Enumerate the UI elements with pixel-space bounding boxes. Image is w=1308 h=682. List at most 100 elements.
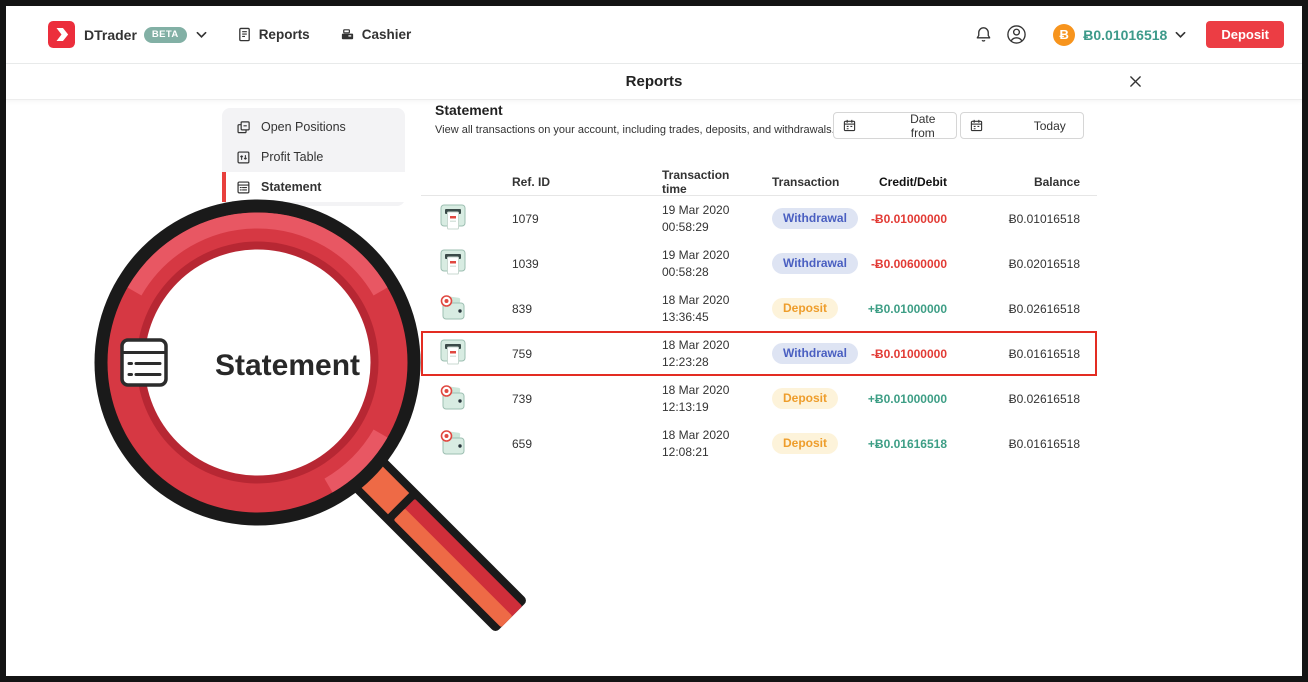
- transaction-date: 18 Mar 2020: [662, 337, 752, 353]
- sidebar-item-statement[interactable]: Statement: [222, 172, 405, 202]
- sidebar-item-profit-table[interactable]: Profit Table: [222, 142, 405, 172]
- transaction-time-cell: 18 Mar 2020 12:08:21: [640, 427, 752, 459]
- transaction-cell: Withdrawal: [752, 208, 852, 229]
- sidebar-item-open-positions[interactable]: Open Positions: [222, 112, 405, 142]
- header-credit-debit: Credit/Debit: [852, 175, 947, 189]
- transaction-badge: Withdrawal: [772, 208, 858, 229]
- date-to-value: Today: [1027, 119, 1084, 133]
- credit-debit-cell: -Ƀ0.01000000: [852, 347, 947, 361]
- transaction-time-cell: 18 Mar 2020 12:23:28: [640, 337, 752, 369]
- sidebar-item-label: Statement: [261, 180, 321, 194]
- table-row: 1039 19 Mar 2020 00:58:28 Withdrawal -Ƀ0…: [421, 241, 1097, 286]
- cashier-icon: [340, 27, 355, 42]
- nav-item-label: Reports: [259, 27, 310, 42]
- navbar: DTrader BETA Reports Cashier Ƀ Ƀ0.010165…: [6, 6, 1302, 64]
- balance-cell: Ƀ0.02616518: [947, 392, 1080, 406]
- ref-id-cell: 1079: [495, 212, 640, 226]
- ref-id-cell: 1039: [495, 257, 640, 271]
- transaction-clock: 12:08:21: [662, 444, 752, 460]
- transaction-date: 18 Mar 2020: [662, 427, 752, 443]
- deposit-icon: [435, 291, 471, 327]
- magnifier-glass: [95, 200, 421, 526]
- transaction-badge: Deposit: [772, 298, 838, 319]
- transaction-cell: Withdrawal: [752, 253, 852, 274]
- navbar-left: DTrader BETA Reports Cashier: [6, 21, 411, 48]
- transaction-date: 19 Mar 2020: [662, 247, 752, 263]
- transaction-badge: Deposit: [772, 433, 838, 454]
- table-row: 1079 19 Mar 2020 00:58:29 Withdrawal -Ƀ0…: [421, 196, 1097, 241]
- transaction-type-icon-cell: [435, 246, 495, 282]
- beta-badge: BETA: [144, 27, 187, 43]
- platform-switcher-chevron-icon[interactable]: [196, 31, 207, 39]
- transaction-type-icon-cell: [435, 426, 495, 462]
- nav-item-reports[interactable]: Reports: [237, 27, 310, 42]
- dtrader-logo-icon[interactable]: [48, 21, 75, 48]
- transaction-badge: Withdrawal: [772, 253, 858, 274]
- balance-cell: Ƀ0.02616518: [947, 302, 1080, 316]
- transaction-type-icon-cell: [435, 381, 495, 417]
- credit-debit-cell: +Ƀ0.01000000: [852, 392, 947, 406]
- profit-table-icon: [236, 150, 251, 165]
- reports-doc-icon: [237, 27, 252, 42]
- statement-table-body: 1079 19 Mar 2020 00:58:29 Withdrawal -Ƀ0…: [421, 196, 1097, 466]
- transaction-time-cell: 19 Mar 2020 00:58:29: [640, 202, 752, 234]
- close-icon[interactable]: [1129, 75, 1142, 88]
- magnifier-handle: [346, 451, 528, 633]
- notifications-bell-icon[interactable]: [974, 25, 993, 44]
- deposit-icon: [435, 381, 471, 417]
- transaction-time-cell: 18 Mar 2020 13:36:45: [640, 292, 752, 324]
- credit-debit-cell: +Ƀ0.01616518: [852, 437, 947, 451]
- transaction-cell: Withdrawal: [752, 343, 852, 364]
- brand-name: DTrader: [84, 27, 137, 43]
- page-title: Reports: [6, 73, 1302, 90]
- balance-cell: Ƀ0.01016518: [947, 212, 1080, 226]
- ref-id-cell: 759: [495, 347, 640, 361]
- date-from-value: Date from: [900, 112, 957, 140]
- deposit-button[interactable]: Deposit: [1206, 21, 1284, 48]
- transaction-badge: Deposit: [772, 388, 838, 409]
- transaction-type-icon-cell: [435, 291, 495, 327]
- calendar-icon: [843, 119, 900, 132]
- header-transaction-time: Transaction time: [640, 168, 752, 196]
- transaction-clock: 00:58:28: [662, 264, 752, 280]
- navbar-right: Ƀ Ƀ0.01016518 Deposit: [974, 21, 1302, 48]
- date-from-filter[interactable]: Date from: [833, 112, 957, 139]
- date-to-filter[interactable]: Today: [960, 112, 1084, 139]
- transaction-type-icon-cell: [435, 336, 495, 372]
- credit-debit-cell: -Ƀ0.01000000: [852, 212, 947, 226]
- nav-item-cashier[interactable]: Cashier: [340, 27, 412, 42]
- credit-debit-cell: -Ƀ0.00600000: [852, 257, 947, 271]
- header-ref-id: Ref. ID: [495, 175, 640, 189]
- header-transaction: Transaction: [752, 175, 852, 189]
- account-balance[interactable]: Ƀ0.01016518: [1083, 27, 1167, 43]
- transaction-cell: Deposit: [752, 298, 852, 319]
- reports-sidebar: Open Positions Profit Table Statement: [222, 108, 405, 206]
- transaction-cell: Deposit: [752, 388, 852, 409]
- header-balance: Balance: [947, 175, 1080, 189]
- transaction-clock: 13:36:45: [662, 309, 752, 325]
- transaction-time-cell: 19 Mar 2020 00:58:28: [640, 247, 752, 279]
- table-row: 739 18 Mar 2020 12:13:19 Deposit +Ƀ0.010…: [421, 376, 1097, 421]
- transaction-clock: 00:58:29: [662, 219, 752, 235]
- transaction-clock: 12:13:19: [662, 399, 752, 415]
- transaction-type-icon-cell: [435, 201, 495, 237]
- statement-icon: [236, 180, 251, 195]
- table-row: 659 18 Mar 2020 12:08:21 Deposit +Ƀ0.016…: [421, 421, 1097, 466]
- magnifier-statement-icon: [122, 340, 166, 385]
- balance-cell: Ƀ0.01616518: [947, 437, 1080, 451]
- account-switcher-chevron-icon[interactable]: [1175, 31, 1186, 39]
- withdrawal-icon: [435, 201, 471, 237]
- transaction-time-cell: 18 Mar 2020 12:13:19: [640, 382, 752, 414]
- withdrawal-icon: [435, 246, 471, 282]
- table-row: 839 18 Mar 2020 13:36:45 Deposit +Ƀ0.010…: [421, 286, 1097, 331]
- sidebar-item-label: Open Positions: [261, 120, 346, 134]
- transaction-date: 18 Mar 2020: [662, 382, 752, 398]
- balance-cell: Ƀ0.02016518: [947, 257, 1080, 271]
- table-header-row: Ref. ID Transaction time Transaction Cre…: [421, 168, 1097, 196]
- table-row: 759 18 Mar 2020 12:23:28 Withdrawal -Ƀ0.…: [421, 331, 1097, 376]
- statement-panel: Statement View all transactions on your …: [421, 102, 1097, 466]
- ref-id-cell: 839: [495, 302, 640, 316]
- account-icon[interactable]: [1006, 24, 1027, 45]
- transaction-cell: Deposit: [752, 433, 852, 454]
- transaction-badge: Withdrawal: [772, 343, 858, 364]
